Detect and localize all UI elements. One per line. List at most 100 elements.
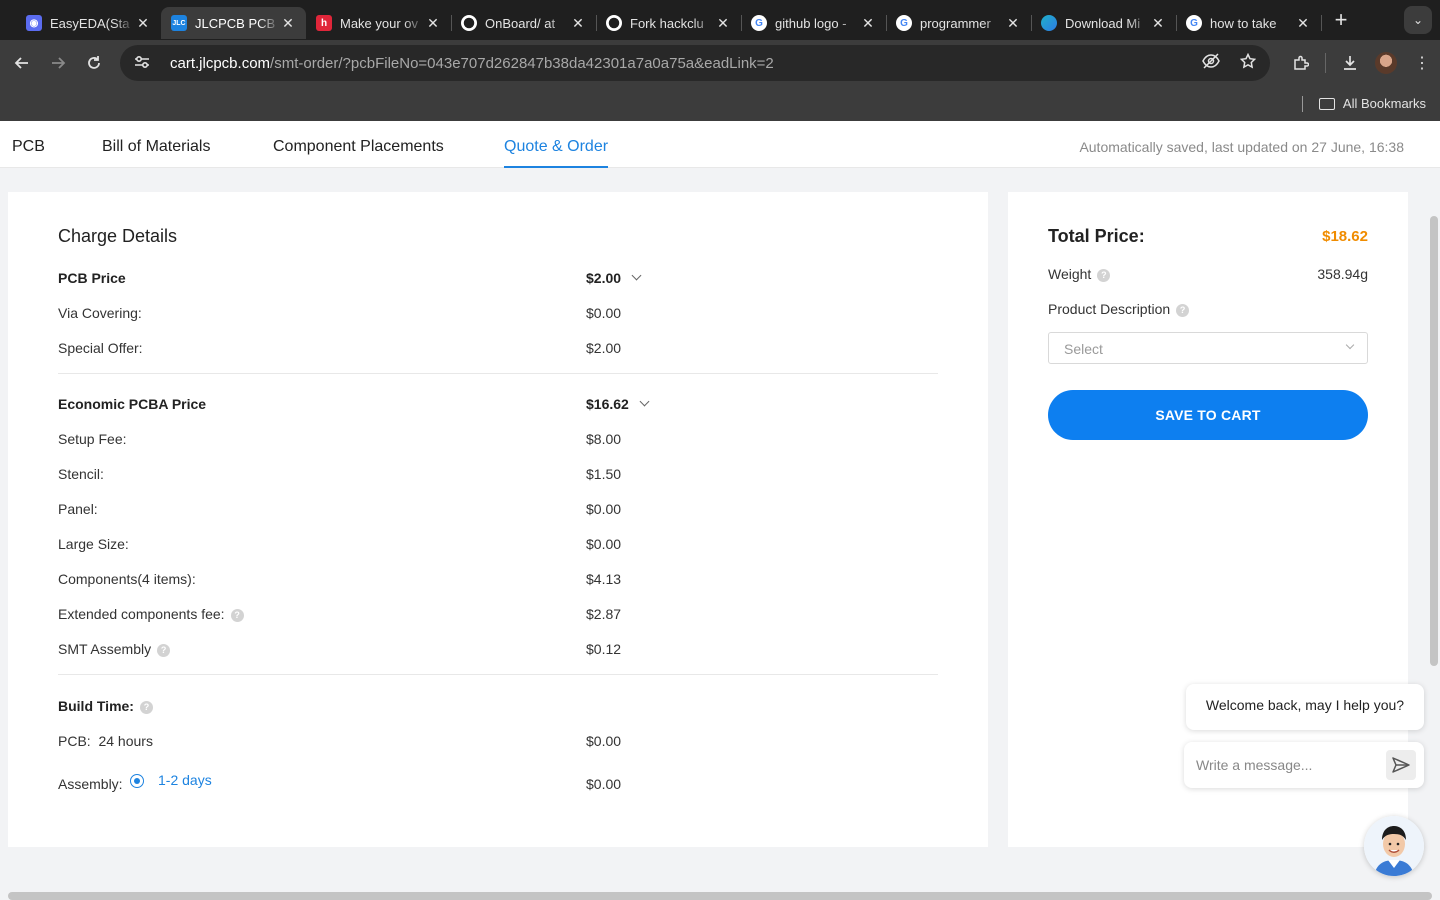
folder-icon bbox=[1318, 97, 1335, 110]
save-to-cart-button[interactable]: SAVE TO CART bbox=[1048, 390, 1368, 440]
browser-tab[interactable]: G how to take ✕ bbox=[1176, 7, 1322, 39]
site-settings-icon[interactable] bbox=[134, 55, 158, 72]
vertical-scrollbar[interactable] bbox=[1430, 216, 1438, 666]
row-label: Components(4 items): bbox=[58, 571, 196, 587]
close-tab-icon[interactable]: ✕ bbox=[860, 15, 876, 32]
close-tab-icon[interactable]: ✕ bbox=[1150, 15, 1166, 32]
browser-tab[interactable]: G github logo - ✕ bbox=[741, 7, 887, 39]
tab-component-placements[interactable]: Component Placements bbox=[273, 121, 444, 168]
row-label: SMT Assembly? bbox=[58, 641, 171, 657]
help-icon[interactable]: ? bbox=[230, 609, 244, 622]
panel-row: Panel: $0.00 bbox=[58, 501, 938, 521]
product-description-label: Product Description? bbox=[1048, 301, 1190, 317]
browser-tab[interactable]: G programmer ✕ bbox=[886, 7, 1032, 39]
stencil-row: Stencil: $1.50 bbox=[58, 466, 938, 486]
bookmark-star-icon[interactable] bbox=[1239, 52, 1257, 74]
row-value: $2.00 bbox=[586, 270, 642, 286]
chevron-down-icon[interactable] bbox=[639, 396, 650, 407]
more-menu-icon[interactable]: ⋮ bbox=[1404, 45, 1440, 81]
row-label: Setup Fee: bbox=[58, 431, 127, 447]
section-divider bbox=[58, 674, 938, 675]
charge-details-title: Charge Details bbox=[58, 226, 178, 246]
close-tab-icon[interactable]: ✕ bbox=[425, 15, 441, 32]
back-arrow-icon[interactable] bbox=[4, 45, 40, 81]
close-tab-icon[interactable]: ✕ bbox=[280, 15, 296, 32]
chevron-down-icon bbox=[1345, 340, 1355, 350]
help-icon[interactable]: ? bbox=[1097, 269, 1111, 282]
row-label: Assembly: bbox=[58, 776, 123, 792]
pcb-time-row: PCB: 24 hours $0.00 bbox=[58, 733, 938, 753]
horizontal-scrollbar[interactable] bbox=[8, 892, 1432, 900]
url-text: cart.jlcpcb.com/smt-order/?pcbFileNo=043… bbox=[170, 54, 774, 72]
easyeda-favicon-icon: ◉ bbox=[26, 15, 42, 31]
browser-tab[interactable]: h Make your ov ✕ bbox=[306, 7, 452, 39]
extended-fee-row: Extended components fee:? $2.87 bbox=[58, 606, 938, 626]
browser-tab[interactable]: Fork hackclu ✕ bbox=[596, 7, 742, 39]
row-label: Special Offer: bbox=[58, 340, 143, 356]
support-agent-avatar[interactable] bbox=[1364, 816, 1424, 876]
tab-title: programmer bbox=[920, 15, 991, 31]
row-value: $2.00 bbox=[586, 340, 622, 356]
browser-tab[interactable]: Download Mi ✕ bbox=[1031, 7, 1177, 39]
tab-title: JLCPCB PCB bbox=[195, 15, 276, 31]
tab-quote-and-order[interactable]: Quote & Order bbox=[504, 121, 609, 168]
hackster-favicon-icon: h bbox=[316, 15, 332, 31]
send-icon[interactable] bbox=[1386, 750, 1416, 780]
pcb-price-row[interactable]: PCB Price $2.00 bbox=[58, 270, 938, 290]
address-bar[interactable]: cart.jlcpcb.com/smt-order/?pcbFileNo=043… bbox=[120, 45, 1270, 81]
assembly-time-option[interactable]: 1-2 days bbox=[158, 772, 212, 788]
browser-tab[interactable]: ◉ EasyEDA(Sta ✕ bbox=[16, 7, 161, 39]
download-icon[interactable] bbox=[1332, 45, 1368, 81]
all-bookmarks-button[interactable]: All Bookmarks bbox=[1343, 96, 1426, 111]
large-size-row: Large Size: $0.00 bbox=[58, 536, 938, 556]
charge-details-panel: Charge Details PCB Price $2.00 Via Cover… bbox=[8, 192, 988, 847]
row-label: PCB: 24 hours bbox=[58, 733, 153, 749]
github-icon bbox=[461, 15, 477, 31]
row-value: $0.00 bbox=[586, 733, 622, 749]
eye-off-icon[interactable] bbox=[1202, 52, 1220, 74]
tab-pcb[interactable]: PCB bbox=[12, 121, 45, 168]
browser-tab-active[interactable]: JLC JLCPCB PCB ✕ bbox=[161, 7, 306, 39]
help-icon[interactable]: ? bbox=[1176, 304, 1190, 317]
tab-search-chevron-icon[interactable]: ⌄ bbox=[1404, 6, 1432, 34]
row-label: PCB Price bbox=[58, 270, 126, 286]
select-placeholder: Select bbox=[1064, 341, 1103, 357]
product-description-select[interactable]: Select bbox=[1048, 332, 1368, 364]
assembly-time-radio[interactable] bbox=[130, 774, 144, 788]
tab-title: Make your ov bbox=[340, 15, 419, 31]
pcba-price-row[interactable]: Economic PCBA Price $16.62 bbox=[58, 396, 938, 416]
profile-avatar[interactable] bbox=[1368, 45, 1404, 81]
tab-title: Fork hackclu bbox=[630, 15, 704, 31]
setup-fee-row: Setup Fee: $8.00 bbox=[58, 431, 938, 451]
help-icon[interactable]: ? bbox=[157, 644, 171, 657]
row-value: $0.00 bbox=[586, 536, 622, 552]
close-tab-icon[interactable]: ✕ bbox=[1005, 15, 1021, 32]
row-value: $2.87 bbox=[586, 606, 622, 622]
forward-arrow-icon[interactable] bbox=[40, 45, 76, 81]
row-value: $4.13 bbox=[586, 571, 622, 587]
close-tab-icon[interactable]: ✕ bbox=[1295, 15, 1311, 32]
components-row: Components(4 items): $4.13 bbox=[58, 571, 938, 591]
total-price-value: $18.62 bbox=[1322, 228, 1368, 245]
extensions-puzzle-icon[interactable] bbox=[1283, 45, 1319, 81]
weight-value: 358.94g bbox=[1317, 266, 1368, 282]
bookmarks-bar: All Bookmarks bbox=[0, 86, 1440, 121]
row-label: Panel: bbox=[58, 501, 98, 517]
help-icon[interactable]: ? bbox=[139, 701, 153, 714]
browser-tab-strip: ◉ EasyEDA(Sta ✕ JLC JLCPCB PCB ✕ h Make … bbox=[0, 0, 1440, 40]
chevron-down-icon[interactable] bbox=[631, 270, 642, 281]
new-tab-icon[interactable]: + bbox=[1327, 6, 1355, 34]
row-label: Build Time:? bbox=[58, 698, 153, 714]
tab-title: OnBoard/ at bbox=[485, 15, 556, 31]
chat-message-input[interactable]: Write a message... bbox=[1184, 742, 1424, 788]
close-tab-icon[interactable]: ✕ bbox=[135, 15, 151, 32]
browser-tab[interactable]: OnBoard/ at ✕ bbox=[451, 7, 597, 39]
row-value: $0.12 bbox=[586, 641, 622, 657]
row-label: Large Size: bbox=[58, 536, 129, 552]
reload-icon[interactable] bbox=[76, 45, 112, 81]
tab-bill-of-materials[interactable]: Bill of Materials bbox=[102, 121, 210, 168]
close-tab-icon[interactable]: ✕ bbox=[715, 15, 731, 32]
via-covering-row: Via Covering: $0.00 bbox=[58, 305, 938, 325]
tab-title: Download Mi bbox=[1065, 15, 1141, 31]
close-tab-icon[interactable]: ✕ bbox=[570, 15, 586, 32]
